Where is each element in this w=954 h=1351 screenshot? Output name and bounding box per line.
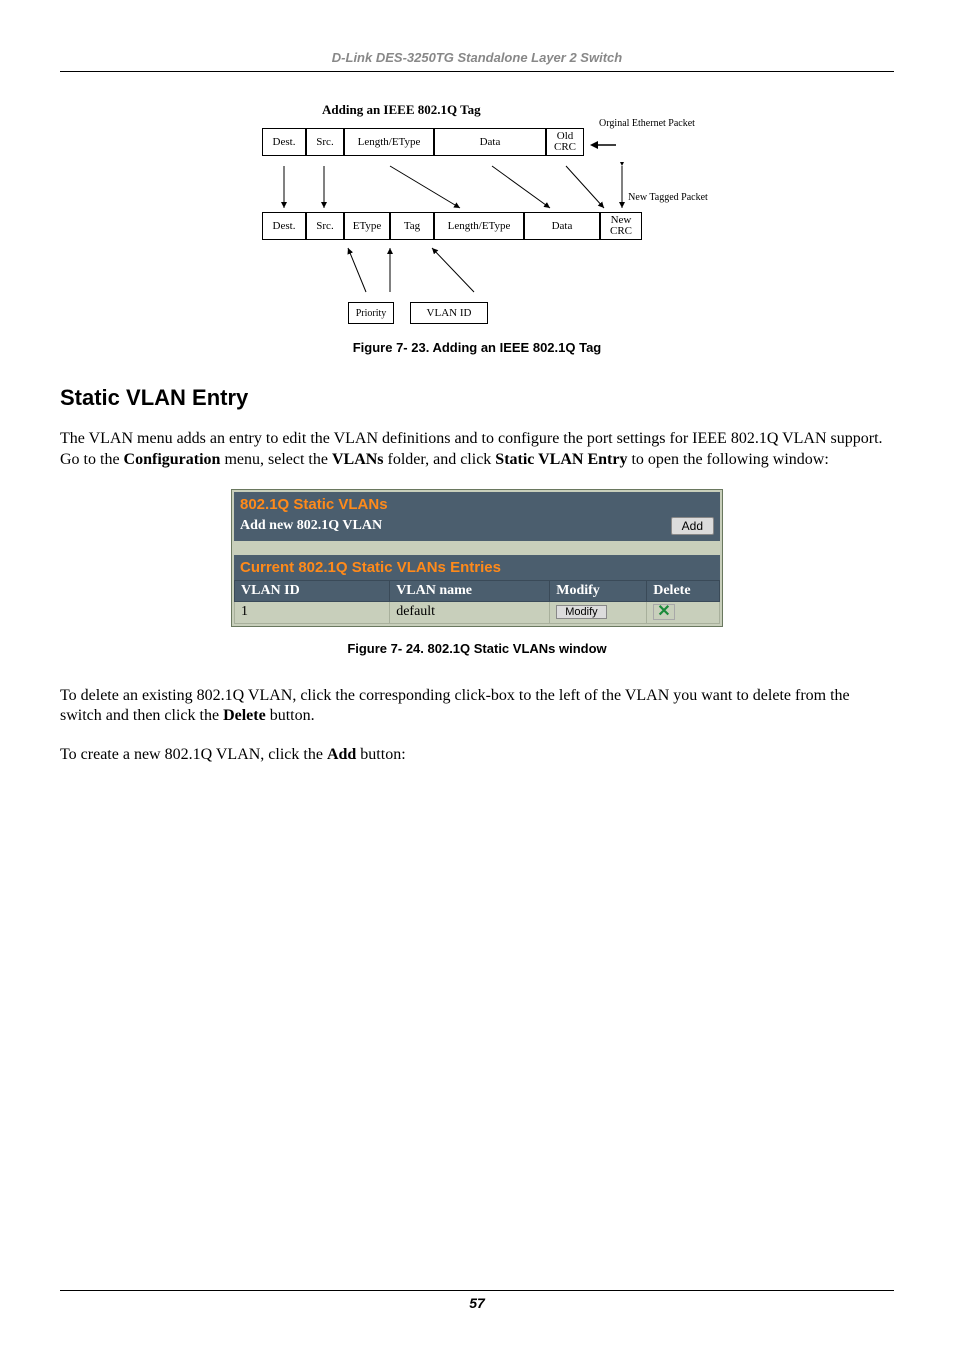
- p2-c: button.: [266, 707, 315, 724]
- cell2-tag: Tag: [390, 212, 434, 240]
- cell-vlanid: VLAN ID: [410, 302, 488, 324]
- col-modify: Modify: [550, 580, 647, 601]
- vlan-panel: 802.1Q Static VLANs Add new 802.1Q VLAN …: [231, 489, 723, 627]
- figure-caption-1: Figure 7- 23. Adding an IEEE 802.1Q Tag: [60, 340, 894, 355]
- add-vlan-label: Add new 802.1Q VLAN: [240, 518, 671, 534]
- cell-vlan-name: default: [390, 601, 550, 623]
- p1-c: menu, select the: [220, 451, 332, 468]
- panel-heading-current-entries: Current 802.1Q Static VLANs Entries: [234, 555, 720, 580]
- new-tagged-label: New Tagged Packet: [628, 192, 708, 203]
- p1-b: Configuration: [124, 451, 221, 468]
- table-row: 1 default Modify ✕: [235, 601, 720, 623]
- paragraph-3: To create a new 802.1Q VLAN, click the A…: [60, 745, 894, 766]
- cell-data: Data: [434, 128, 546, 156]
- add-button[interactable]: Add: [671, 517, 714, 535]
- modify-button[interactable]: Modify: [556, 605, 606, 619]
- col-vlan-id: VLAN ID: [235, 580, 390, 601]
- cell2-src: Src.: [306, 212, 344, 240]
- cell-priority: Priority: [348, 302, 394, 324]
- p2-b: Delete: [223, 707, 266, 724]
- cell-src: Src.: [306, 128, 344, 156]
- paragraph-2: To delete an existing 802.1Q VLAN, click…: [60, 686, 894, 728]
- arrow-left-icon: [588, 136, 618, 154]
- document-header: D-Link DES-3250TG Standalone Layer 2 Swi…: [60, 50, 894, 65]
- p1-f: Static VLAN Entry: [495, 451, 627, 468]
- p3-c: button:: [356, 746, 405, 763]
- header-rule: [60, 71, 894, 72]
- figure-caption-2: Figure 7- 24. 802.1Q Static VLANs window: [60, 641, 894, 656]
- cell2-crc: New CRC: [600, 212, 642, 240]
- ieee-tag-diagram: Adding an IEEE 802.1Q Tag Orginal Ethern…: [262, 102, 692, 332]
- diagram-connectors: [262, 162, 692, 212]
- cell-vlan-id: 1: [235, 601, 390, 623]
- vlan-table: VLAN ID VLAN name Modify Delete 1 defaul…: [234, 580, 720, 624]
- diagram-connectors-2: [262, 246, 692, 302]
- col-vlan-name: VLAN name: [390, 580, 550, 601]
- p1-d: VLANs: [332, 451, 384, 468]
- panel-heading-static-vlans: 802.1Q Static VLANs: [234, 492, 720, 517]
- p1-g: to open the following window:: [627, 451, 828, 468]
- cell-crc: Old CRC: [546, 128, 584, 156]
- p3-a: To create a new 802.1Q VLAN, click the: [60, 746, 327, 763]
- diagram-title: Adding an IEEE 802.1Q Tag: [322, 102, 692, 118]
- footer-rule: [60, 1290, 894, 1291]
- cell2-dest: Dest.: [262, 212, 306, 240]
- cell-dest: Dest.: [262, 128, 306, 156]
- p1-e: folder, and click: [384, 451, 496, 468]
- delete-icon[interactable]: ✕: [653, 604, 674, 620]
- col-delete: Delete: [647, 580, 720, 601]
- cell-len: Length/EType: [344, 128, 434, 156]
- original-packet-label: Orginal Ethernet Packet: [597, 118, 697, 129]
- cell2-etype: EType: [344, 212, 390, 240]
- p3-b: Add: [327, 746, 356, 763]
- cell2-data: Data: [524, 212, 600, 240]
- section-heading: Static VLAN Entry: [60, 385, 894, 411]
- paragraph-1: The VLAN menu adds an entry to edit the …: [60, 429, 894, 471]
- p2-a: To delete an existing 802.1Q VLAN, click…: [60, 687, 850, 725]
- page-number: 57: [60, 1295, 894, 1311]
- cell2-len: Length/EType: [434, 212, 524, 240]
